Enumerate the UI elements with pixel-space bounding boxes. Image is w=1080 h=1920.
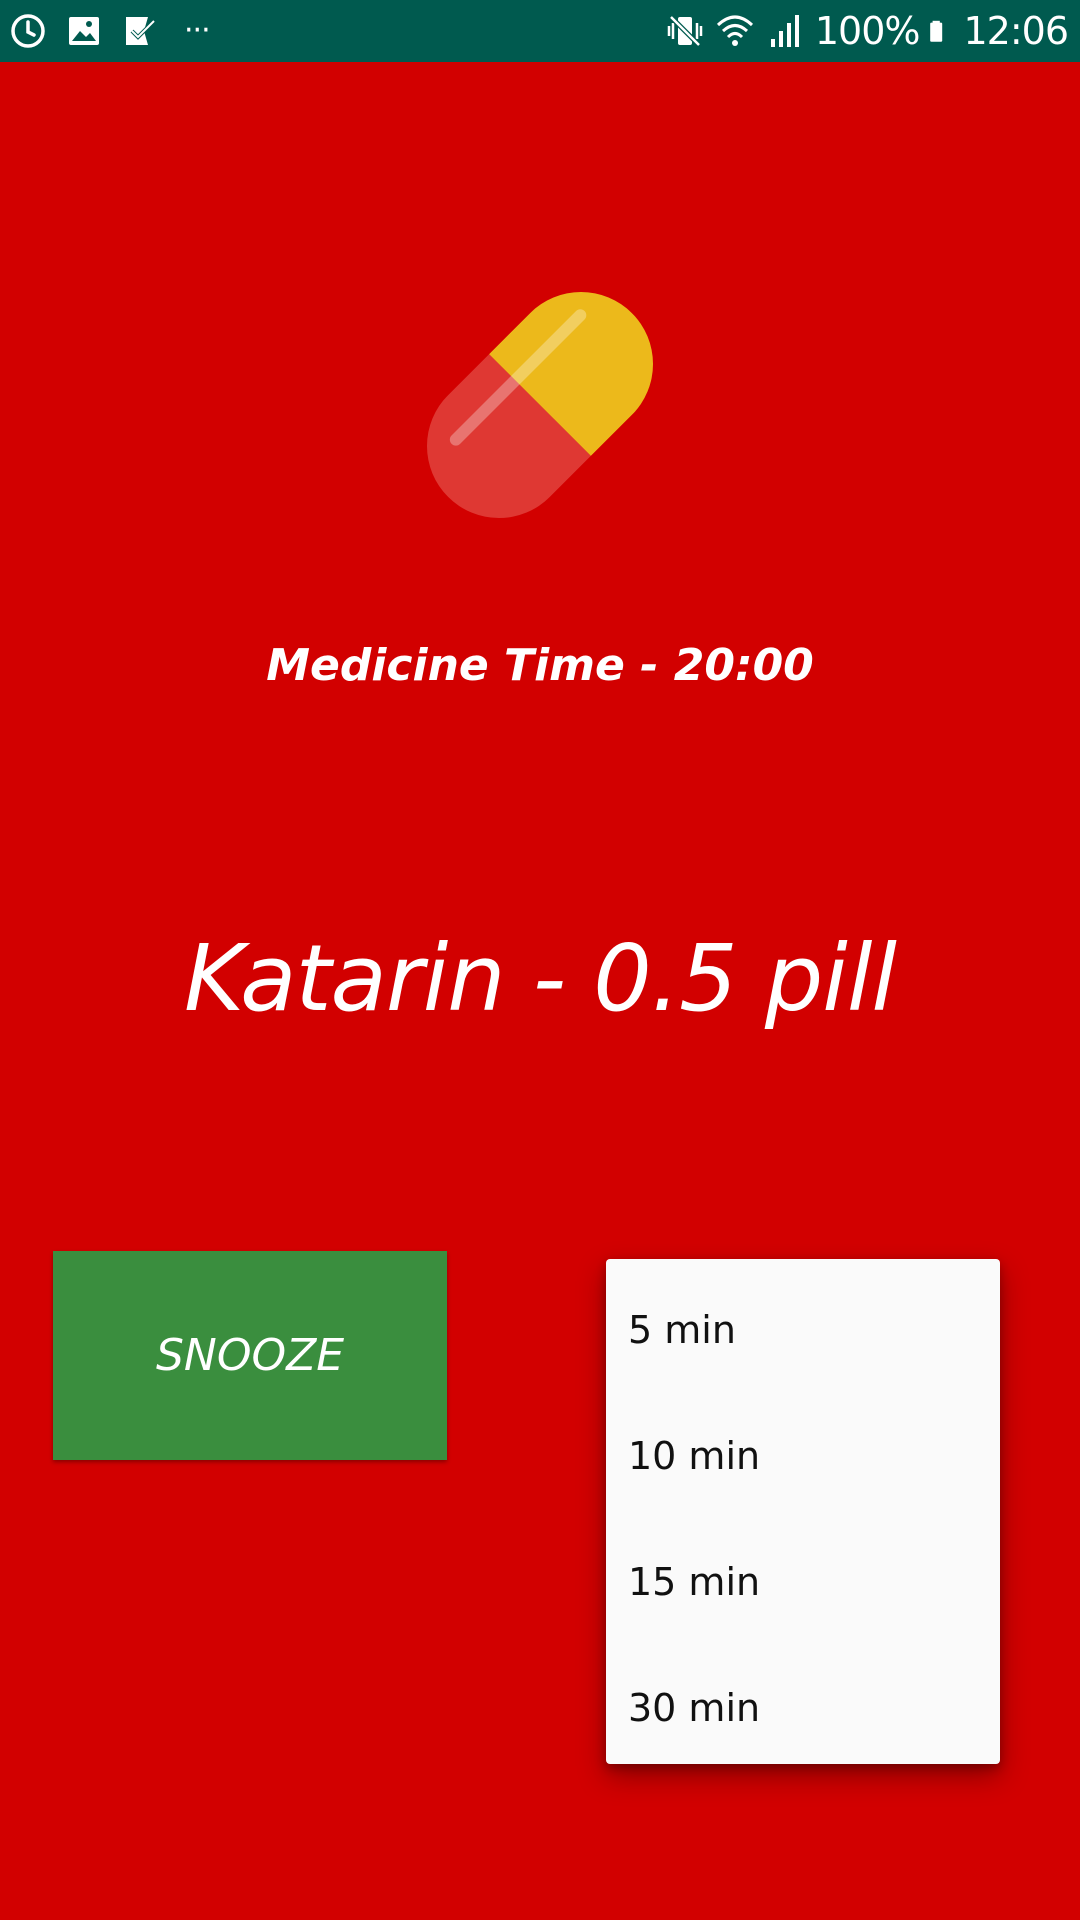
medicine-name-dose: Katarin - 0.5 pill xyxy=(184,925,897,1032)
pill-capsule-icon xyxy=(400,265,680,545)
signal-icon xyxy=(770,15,799,47)
wifi-icon xyxy=(716,15,753,46)
medicine-time-label: Medicine Time - 20:00 xyxy=(266,640,814,691)
checklist-icon xyxy=(126,17,156,45)
battery-percent: 100% xyxy=(814,9,921,53)
sync-icon xyxy=(11,14,45,48)
snooze-options-menu: 5 min 10 min 15 min 30 min xyxy=(606,1259,1000,1764)
more-notifications-icon: ··· xyxy=(184,13,211,48)
snooze-option-30-min[interactable]: 30 min xyxy=(606,1645,1000,1771)
clock: 12:06 xyxy=(963,9,1069,53)
status-bar: ··· 100% 12:06 xyxy=(0,0,1080,62)
status-bar-right: 100% 12:06 xyxy=(665,6,1069,56)
battery-icon xyxy=(930,20,943,42)
status-bar-left: ··· xyxy=(8,10,211,52)
snooze-option-5-min[interactable]: 5 min xyxy=(606,1267,1000,1393)
snooze-option-10-min[interactable]: 10 min xyxy=(606,1393,1000,1519)
snooze-option-15-min[interactable]: 15 min xyxy=(606,1519,1000,1645)
vibrate-mute-icon xyxy=(667,15,703,47)
image-icon xyxy=(69,17,99,45)
snooze-button[interactable]: SNOOZE xyxy=(53,1251,447,1460)
